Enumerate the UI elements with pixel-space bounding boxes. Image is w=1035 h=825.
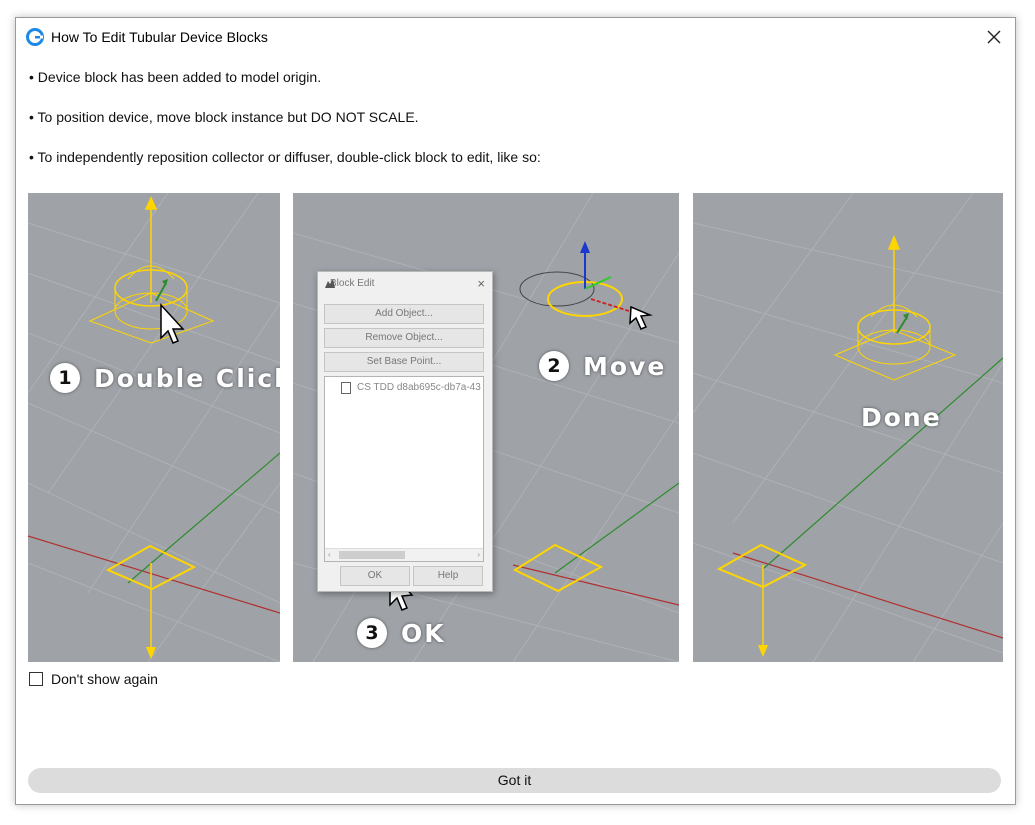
step2-illustration: Block Edit × Add Object... Remove Object…: [293, 193, 679, 662]
step2-caption: 2 Move: [539, 351, 666, 381]
close-icon: [987, 30, 1001, 44]
done-illustration: Done: [693, 193, 1003, 662]
dont-show-again-checkbox[interactable]: [29, 672, 43, 686]
block-gizmo: [88, 196, 215, 344]
step1-label: Double Click: [94, 363, 280, 393]
step3-label: OK: [401, 618, 446, 648]
remove-object-button: Remove Object...: [324, 328, 484, 348]
dont-show-again-label: Don't show again: [51, 671, 158, 687]
viewport-grid: [693, 193, 1003, 662]
close-button[interactable]: [979, 22, 1009, 52]
step3-number: 3: [357, 618, 387, 648]
block-edit-titlebar: Block Edit: [324, 278, 374, 289]
step2-number: 2: [539, 351, 569, 381]
done-label: Done: [861, 403, 942, 432]
mouse-cursor-icon: [160, 303, 185, 344]
step1-number: 1: [50, 363, 80, 393]
app-logo-icon: [26, 28, 44, 46]
step1-illustration: 1 Double Click: [28, 193, 280, 662]
step3-caption: 3 OK: [357, 618, 446, 648]
x-axis-line: [28, 535, 280, 614]
block-edit-help-button: Help: [413, 566, 483, 586]
set-base-point-button: Set Base Point...: [324, 352, 484, 372]
mouse-cursor-icon: [629, 305, 653, 330]
block-edit-close-icon: ×: [477, 276, 485, 291]
add-object-button: Add Object...: [324, 304, 484, 324]
horizontal-scrollbar: ‹ ›: [325, 548, 483, 561]
block-edit-dialog: Block Edit × Add Object... Remove Object…: [317, 271, 493, 592]
viewport-grid: [28, 193, 280, 662]
got-it-button[interactable]: Got it: [28, 768, 1001, 793]
done-caption: Done: [861, 403, 942, 432]
message-line-3: • To independently reposition collector …: [29, 149, 541, 165]
message-line-1: • Device block has been added to model o…: [29, 69, 322, 85]
block-edit-title: Block Edit: [330, 278, 375, 289]
block-object-list: CS TDD d8ab695c-db7a-43 ‹ ›: [324, 376, 484, 562]
rhino-icon: [325, 279, 335, 288]
window-title: How To Edit Tubular Device Blocks: [51, 29, 268, 45]
dont-show-again-option[interactable]: Don't show again: [29, 671, 158, 687]
list-item: CS TDD d8ab695c-db7a-43: [327, 380, 481, 395]
document-icon: [341, 381, 351, 394]
dialog-window: How To Edit Tubular Device Blocks • Devi…: [15, 17, 1016, 805]
block-edit-ok-button: OK: [340, 566, 410, 586]
step2-label: Move: [583, 351, 667, 381]
list-item-label: CS TDD d8ab695c-db7a-43: [357, 382, 481, 393]
title-bar: How To Edit Tubular Device Blocks: [16, 18, 1015, 56]
message-line-2: • To position device, move block instanc…: [29, 109, 419, 125]
step1-caption: 1 Double Click: [50, 363, 280, 393]
